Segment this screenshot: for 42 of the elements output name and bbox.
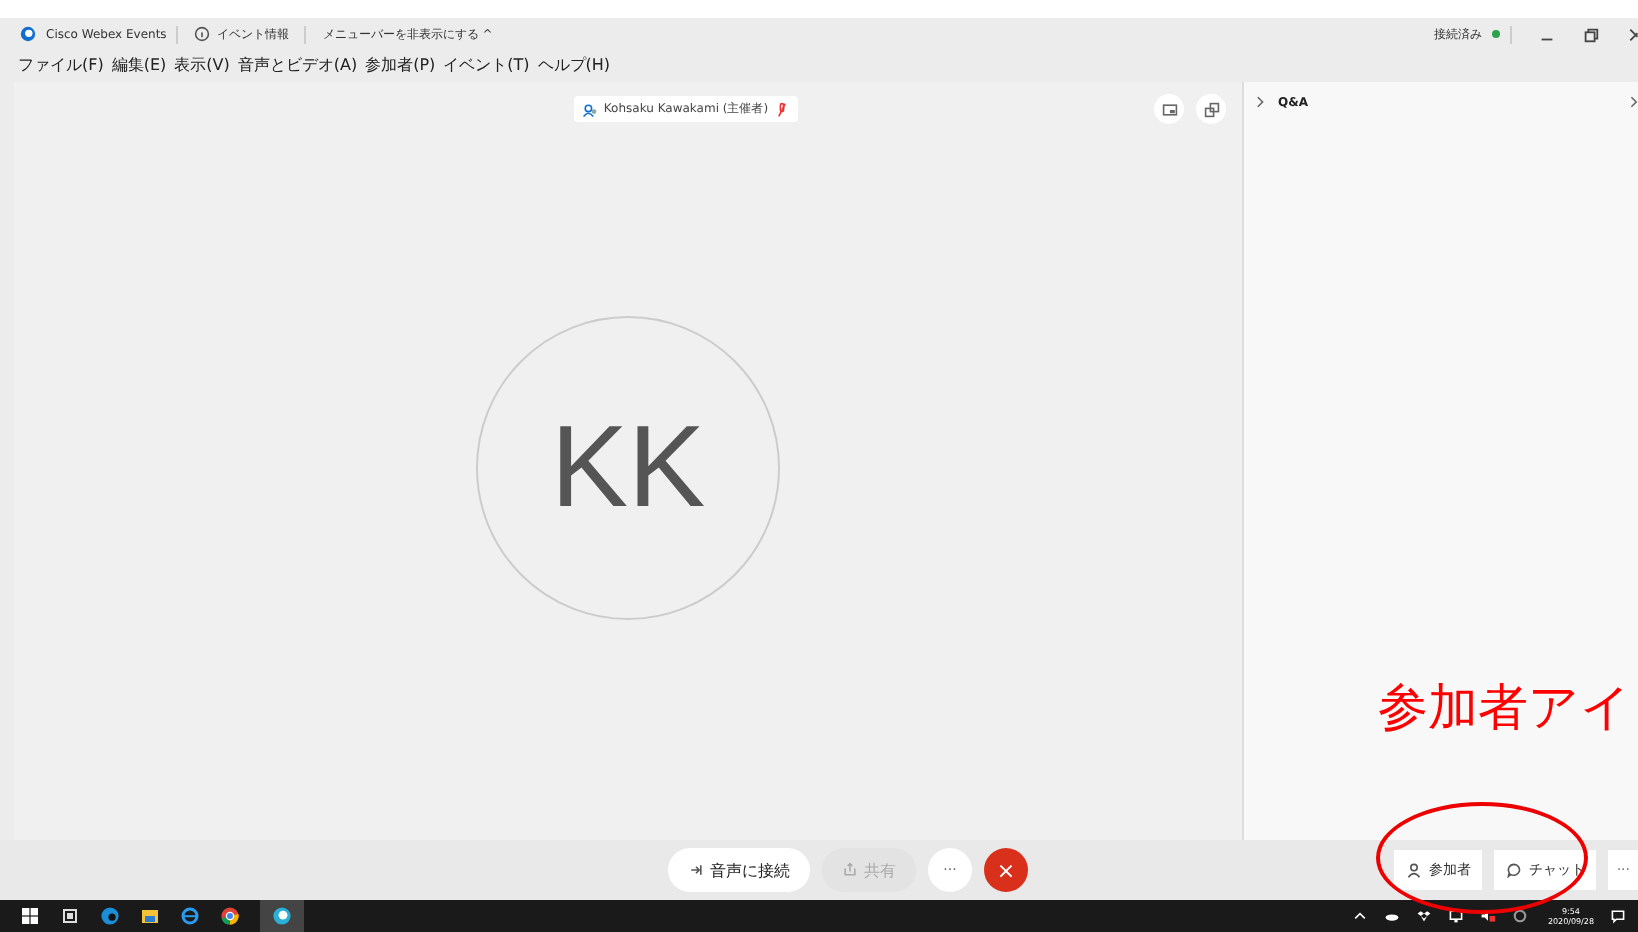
annotation-text: 参加者アイ [1378, 680, 1632, 740]
menu-item[interactable]: 表示(V) [174, 53, 230, 75]
chrome-icon[interactable] [220, 906, 240, 926]
popout-button[interactable] [1196, 94, 1226, 124]
task-view-icon[interactable] [60, 906, 80, 926]
menu-item[interactable]: 参加者(P) [365, 53, 436, 75]
menu-item[interactable]: 編集(E) [111, 53, 167, 75]
muted-mic-icon [774, 101, 791, 117]
chevron-icon[interactable] [1628, 94, 1638, 110]
settings-icon[interactable] [1511, 908, 1528, 924]
dropbox-icon[interactable] [1415, 908, 1432, 924]
restore-icon[interactable] [1582, 25, 1600, 43]
notification-icon[interactable] [1610, 908, 1626, 924]
menu-item[interactable]: 音声とビデオ(A) [237, 53, 358, 75]
webex-taskbar-button[interactable] [260, 900, 304, 932]
speaker-muted-icon[interactable] [1479, 908, 1496, 924]
edge-browser-icon[interactable] [100, 906, 120, 926]
chat-bubble-icon [1506, 862, 1523, 878]
presenter-icon [581, 101, 598, 117]
chevron-up-icon[interactable] [1351, 908, 1368, 924]
app-logo-icon [20, 26, 36, 42]
chevron-icon[interactable] [1256, 94, 1266, 110]
avatar-circle: KK [476, 315, 780, 619]
network-icon[interactable] [1447, 908, 1464, 924]
person-icon [1406, 862, 1423, 878]
menu-item[interactable]: イベント(T) [443, 53, 530, 75]
share-icon [842, 862, 858, 878]
layout-button[interactable] [1154, 94, 1184, 124]
webex-icon [272, 906, 292, 926]
folder-icon[interactable] [140, 906, 160, 926]
close-icon[interactable] [1628, 25, 1638, 43]
windows-start-icon[interactable] [20, 906, 40, 926]
internet-explorer-icon[interactable] [180, 906, 200, 926]
end-button[interactable]: × [984, 848, 1028, 892]
info-icon [194, 26, 211, 42]
cloud-icon[interactable] [1383, 908, 1400, 924]
audio-icon [688, 862, 704, 878]
connect-audio-button[interactable]: 音声に接続 [668, 848, 810, 892]
popout-icon [1203, 101, 1219, 117]
menu-item[interactable]: ファイル(F) [18, 53, 104, 75]
menu-item[interactable]: ヘルプ(H) [537, 53, 611, 75]
layout-icon [1161, 101, 1177, 117]
